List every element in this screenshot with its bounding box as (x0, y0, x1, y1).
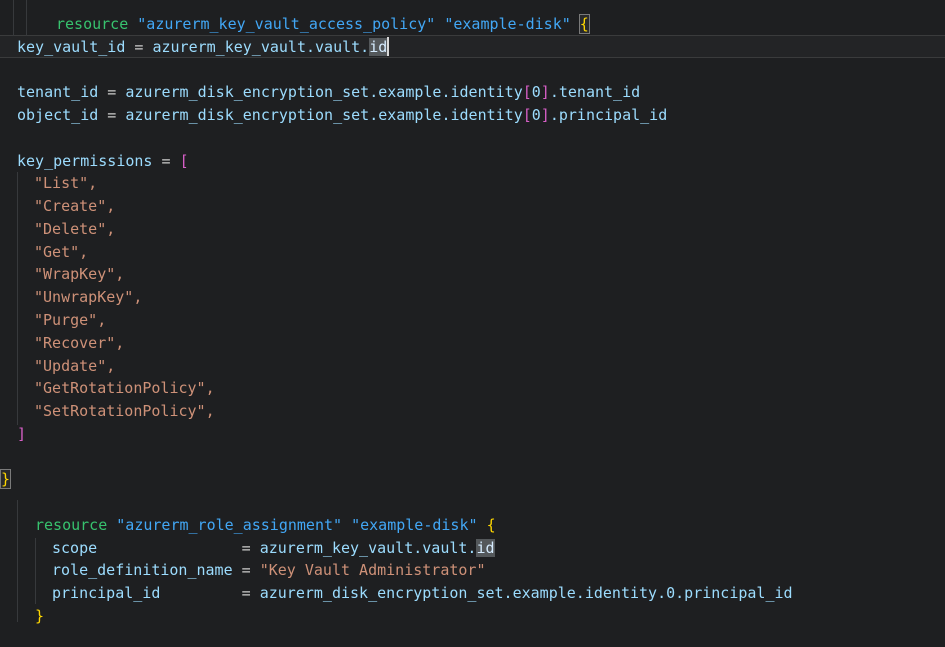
token-resource-string: "azurerm_role_assignment" (116, 516, 342, 534)
code-line[interactable]: resource "azurerm_key_vault_access_polic… (56, 13, 589, 36)
token-property: azurerm_disk_encryption_set.example.iden… (125, 106, 522, 124)
token-string: "Delete", (34, 220, 115, 238)
code-line[interactable]: object_id = azurerm_disk_encryption_set.… (17, 104, 667, 127)
code-line[interactable]: "Create", (34, 195, 115, 218)
code-line[interactable]: "Get", (34, 241, 88, 264)
code-line[interactable]: } (35, 605, 44, 628)
token-property: azurerm_disk_encryption_set.example.iden… (260, 584, 793, 602)
token-string: "WrapKey", (34, 265, 124, 283)
token-property: object_id (17, 106, 98, 124)
code-line[interactable]: key_permissions = [ (17, 150, 189, 173)
token-string: "Recover", (34, 334, 124, 352)
token-property: azurerm_disk_encryption_set.example.iden… (125, 83, 522, 101)
token-number: 0 (532, 83, 541, 101)
token-punctuation (342, 516, 351, 534)
token-punctuation (435, 15, 444, 33)
word-highlight: id (369, 38, 387, 56)
token-bracket: ] (17, 425, 26, 443)
token-punctuation (107, 516, 116, 534)
token-punctuation: = (97, 539, 260, 557)
code-line[interactable]: "GetRotationPolicy", (34, 377, 215, 400)
token-resource-string: "example-disk" (444, 15, 570, 33)
token-string: "GetRotationPolicy", (34, 379, 215, 397)
bracket-match: { (580, 15, 589, 33)
token-bracket: ] (541, 83, 550, 101)
bracket-match: } (1, 470, 10, 488)
token-string: "List", (34, 174, 97, 192)
code-line[interactable]: } (1, 468, 10, 491)
token-punctuation (478, 516, 487, 534)
token-property: azurerm_key_vault.vault. (152, 38, 369, 56)
code-line[interactable]: tenant_id = azurerm_disk_encryption_set.… (17, 81, 640, 104)
token-punctuation: = (125, 38, 152, 56)
token-property: .tenant_id (550, 83, 640, 101)
token-string: "SetRotationPolicy", (34, 402, 215, 420)
token-property: key_permissions (17, 152, 152, 170)
token-punctuation (128, 15, 137, 33)
token-keyword: resource (35, 516, 107, 534)
code-line[interactable]: principal_id = azurerm_disk_encryption_s… (52, 582, 793, 605)
code-line[interactable]: role_definition_name = "Key Vault Admini… (52, 559, 486, 582)
token-punctuation: = (152, 152, 179, 170)
token-property: scope (52, 539, 97, 557)
word-highlight: id (476, 539, 494, 557)
code-editor[interactable]: resource "azurerm_key_vault_access_polic… (0, 0, 945, 647)
token-property: .principal_id (550, 106, 667, 124)
code-line[interactable]: ] (17, 423, 26, 446)
token-resource-string: "azurerm_key_vault_access_policy" (137, 15, 435, 33)
code-line[interactable]: "Update", (34, 355, 115, 378)
code-line[interactable]: "WrapKey", (34, 263, 124, 286)
token-string: "Get", (34, 243, 88, 261)
code-line[interactable]: key_vault_id = azurerm_key_vault.vault.i… (17, 36, 389, 59)
token-property: tenant_id (17, 83, 98, 101)
token-punctuation (571, 15, 580, 33)
token-string: "UnwrapKey", (34, 288, 142, 306)
token-string: "Purge", (34, 311, 106, 329)
token-keyword: resource (56, 15, 128, 33)
code-line[interactable]: scope = azurerm_key_vault.vault.id (52, 537, 495, 560)
token-punctuation: = (98, 83, 125, 101)
token-brace: { (487, 516, 496, 534)
token-resource-string: "example-disk" (351, 516, 477, 534)
token-punctuation: = (233, 561, 260, 579)
code-line[interactable]: "Delete", (34, 218, 115, 241)
token-property: azurerm_key_vault.vault. (260, 539, 477, 557)
token-bracket: [ (523, 106, 532, 124)
token-punctuation: = (98, 106, 125, 124)
token-bracket: [ (180, 152, 189, 170)
token-string: "Key Vault Administrator" (260, 561, 486, 579)
code-line[interactable]: "UnwrapKey", (34, 286, 142, 309)
code-line[interactable]: "SetRotationPolicy", (34, 400, 215, 423)
code-line[interactable]: resource "azurerm_role_assignment" "exam… (35, 514, 496, 537)
token-property: role_definition_name (52, 561, 233, 579)
token-number: 0 (532, 106, 541, 124)
text-cursor (387, 37, 389, 56)
token-punctuation: = (160, 584, 259, 602)
code-line[interactable]: "Recover", (34, 332, 124, 355)
token-string: "Create", (34, 197, 115, 215)
token-property: key_vault_id (17, 38, 125, 56)
token-property: principal_id (52, 584, 160, 602)
token-string: "Update", (34, 357, 115, 375)
code-line[interactable]: "List", (34, 172, 97, 195)
token-bracket: ] (541, 106, 550, 124)
code-line[interactable]: "Purge", (34, 309, 106, 332)
token-brace: } (35, 607, 44, 625)
code-area[interactable]: resource "azurerm_key_vault_access_polic… (0, 0, 945, 647)
token-bracket: [ (523, 83, 532, 101)
